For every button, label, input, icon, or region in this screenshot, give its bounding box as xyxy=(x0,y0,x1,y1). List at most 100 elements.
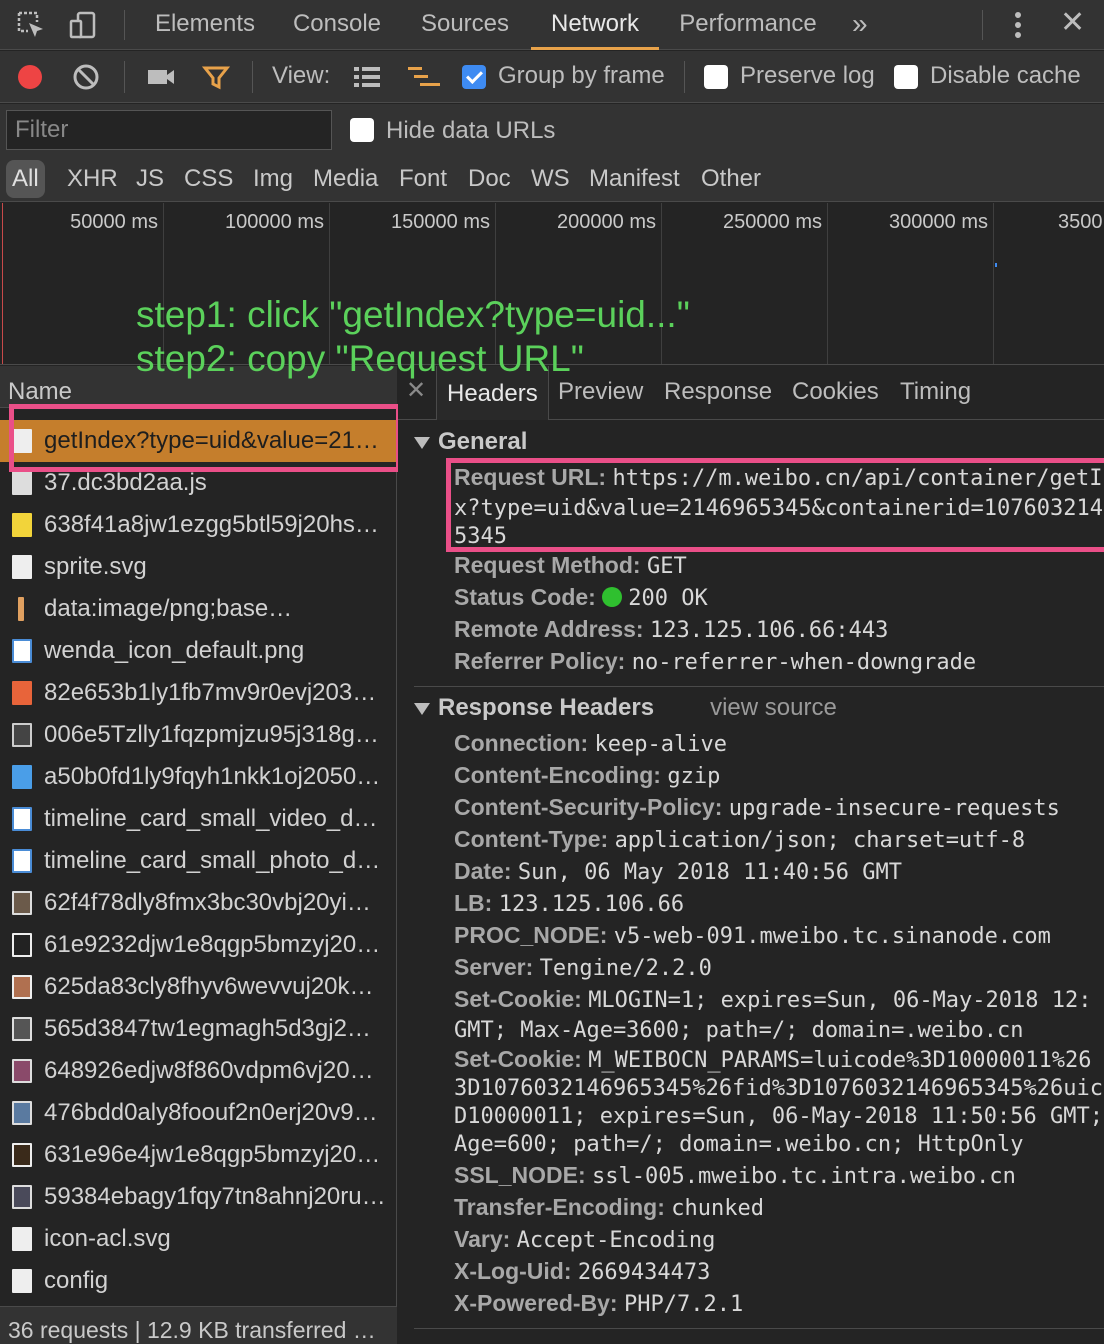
kebab-menu-icon[interactable] xyxy=(1008,10,1028,40)
request-row[interactable]: sprite.svg xyxy=(0,546,397,588)
response-header-row: Connection: keep-alive xyxy=(454,730,727,757)
response-header-row: Transfer-Encoding: chunked xyxy=(454,1194,764,1221)
timeline-tick: 250000 ms xyxy=(723,211,822,233)
image-thumbnail-icon xyxy=(12,1017,32,1041)
toolbar-divider xyxy=(684,61,685,93)
referrer-policy-row: Referrer Policy: no-referrer-when-downgr… xyxy=(454,648,977,675)
preserve-log-checkbox[interactable] xyxy=(704,65,728,89)
request-row[interactable]: 638f41a8jw1ezgg5btl59j20hs… xyxy=(0,504,397,546)
inspect-element-icon[interactable] xyxy=(16,10,46,40)
response-header-row: SSL_NODE: ssl-005.mweibo.tc.intra.weibo.… xyxy=(454,1162,1016,1189)
request-row[interactable]: 006e5Tzlly1fqzpmjzu95j318g… xyxy=(0,714,397,756)
data-uri-image-icon xyxy=(18,597,24,621)
type-filter-font[interactable]: Font xyxy=(399,160,447,198)
timeline-tick: 200000 ms xyxy=(557,211,656,233)
image-thumbnail-icon xyxy=(12,849,32,873)
tab-response[interactable]: Response xyxy=(664,378,772,406)
view-label: View: xyxy=(272,62,331,89)
type-filter-img[interactable]: Img xyxy=(253,160,293,198)
request-row[interactable]: wenda_icon_default.png xyxy=(0,630,397,672)
type-filter-ws[interactable]: WS xyxy=(531,160,570,198)
type-filter-css[interactable]: CSS xyxy=(184,160,233,198)
general-section-title: General xyxy=(438,428,528,455)
type-filter-all[interactable]: All xyxy=(6,160,45,198)
devtools-tab-bar: Elements Console Sources Network Perform… xyxy=(0,0,1104,50)
device-toolbar-icon[interactable] xyxy=(68,10,98,40)
waterfall-overview-icon[interactable] xyxy=(406,63,442,91)
general-section-toggle[interactable]: General xyxy=(414,428,527,456)
response-header-row: Content-Type: application/json; charset=… xyxy=(454,826,1026,853)
tab-network[interactable]: Network xyxy=(531,0,659,50)
request-row[interactable]: timeline_card_small_photo_d… xyxy=(0,840,397,882)
tab-console[interactable]: Console xyxy=(286,0,388,50)
script-file-icon xyxy=(12,471,32,495)
request-list: Name getIndex?type=uid&value=21… 37.dc3b… xyxy=(0,366,397,1344)
image-thumbnail-icon xyxy=(12,975,32,999)
type-filter-manifest[interactable]: Manifest xyxy=(589,160,680,198)
capture-screenshots-icon[interactable] xyxy=(146,63,176,91)
request-row[interactable]: 476bdd0aly8foouf2n0erj20v9… xyxy=(0,1092,397,1134)
group-by-frame-checkbox[interactable] xyxy=(462,65,486,89)
filter-bar: Hide data URLs xyxy=(0,104,1104,156)
svg-file-icon xyxy=(12,1227,32,1251)
disable-cache-checkbox[interactable] xyxy=(894,65,918,89)
request-row[interactable]: 82e653b1ly1fb7mv9r0evj203… xyxy=(0,672,397,714)
image-thumbnail-icon xyxy=(12,513,32,537)
request-row[interactable]: data:image/png;base… xyxy=(0,588,397,630)
view-source-link[interactable]: view source xyxy=(710,694,837,721)
image-thumbnail-icon xyxy=(12,1185,32,1209)
hide-data-urls-checkbox[interactable] xyxy=(350,118,374,142)
type-filter-xhr[interactable]: XHR xyxy=(67,160,118,198)
record-icon[interactable] xyxy=(16,63,44,91)
request-row[interactable]: config xyxy=(0,1260,397,1302)
type-filter-media[interactable]: Media xyxy=(313,160,378,198)
tab-sources[interactable]: Sources xyxy=(414,0,516,50)
tab-elements[interactable]: Elements xyxy=(150,0,260,50)
image-thumbnail-icon xyxy=(12,933,32,957)
annotation-step2: step2: copy "Request URL" xyxy=(136,338,584,379)
toolbar-divider xyxy=(252,61,253,93)
type-filter-js[interactable]: JS xyxy=(136,160,164,198)
clear-icon[interactable] xyxy=(72,63,100,91)
annotation-highlight-request xyxy=(9,404,401,472)
request-row[interactable]: 62f4f78dly8fmx3bc30vbj20yi… xyxy=(0,882,397,924)
type-filter-other[interactable]: Other xyxy=(701,160,761,198)
request-row[interactable]: 631e96e4jw1e8qgp5bmzyj20… xyxy=(0,1134,397,1176)
request-row[interactable]: a50b0fd1ly9fqyh1nkk1oj2050… xyxy=(0,756,397,798)
image-thumbnail-icon xyxy=(12,1143,32,1167)
more-tabs-icon[interactable]: » xyxy=(852,8,868,40)
response-headers-section-toggle[interactable]: Response Headers view source xyxy=(414,694,837,722)
request-row[interactable]: 648926edjw8f860vdpm6vj20… xyxy=(0,1050,397,1092)
tab-timing[interactable]: Timing xyxy=(900,378,971,406)
toolbar-divider xyxy=(124,10,125,40)
request-row[interactable]: icon-acl.svg xyxy=(0,1218,397,1260)
type-filter-doc[interactable]: Doc xyxy=(468,160,511,198)
large-rows-icon[interactable] xyxy=(352,63,382,91)
image-thumbnail-icon xyxy=(12,1059,32,1083)
request-row[interactable]: 625da83cly8fhyv6wevvuj20k… xyxy=(0,966,397,1008)
tab-preview[interactable]: Preview xyxy=(558,378,643,406)
response-header-row: Vary: Accept-Encoding xyxy=(454,1226,716,1253)
section-divider xyxy=(414,686,1104,687)
request-row[interactable]: 565d3847tw1egmagh5d3gj2… xyxy=(0,1008,397,1050)
resource-type-filters: All XHR JS CSS Img Media Font Doc WS Man… xyxy=(0,156,1104,202)
timeline-tick: 3500 xyxy=(1058,211,1103,233)
filter-input[interactable] xyxy=(6,110,332,150)
request-row[interactable]: 59384ebagy1fqy7tn8ahnj20ru… xyxy=(0,1176,397,1218)
set-cookie-continued: GMT; Max-Age=3600; path=/; domain=.weibo… xyxy=(454,1018,1024,1043)
timeline-tick: 300000 ms xyxy=(889,211,988,233)
image-thumbnail-icon xyxy=(12,1101,32,1125)
network-toolbar: View: Group by frame Preserve log Disabl… xyxy=(0,51,1104,103)
tab-performance[interactable]: Performance xyxy=(672,0,824,50)
request-rows: getIndex?type=uid&value=21… 37.dc3bd2aa.… xyxy=(0,420,397,1302)
timeline-gridline xyxy=(827,203,828,364)
close-devtools-icon[interactable]: ✕ xyxy=(1060,8,1085,38)
status-ok-icon xyxy=(602,587,623,607)
response-header-row: Content-Encoding: gzip xyxy=(454,762,721,789)
status-code-row: Status Code: 200 OK xyxy=(454,584,708,611)
request-row[interactable]: timeline_card_small_video_d… xyxy=(0,798,397,840)
filter-icon[interactable] xyxy=(202,63,230,91)
request-row[interactable]: 61e9232djw1e8qgp5bmzyj20… xyxy=(0,924,397,966)
tab-cookies[interactable]: Cookies xyxy=(792,378,879,406)
image-thumbnail-icon xyxy=(12,807,32,831)
